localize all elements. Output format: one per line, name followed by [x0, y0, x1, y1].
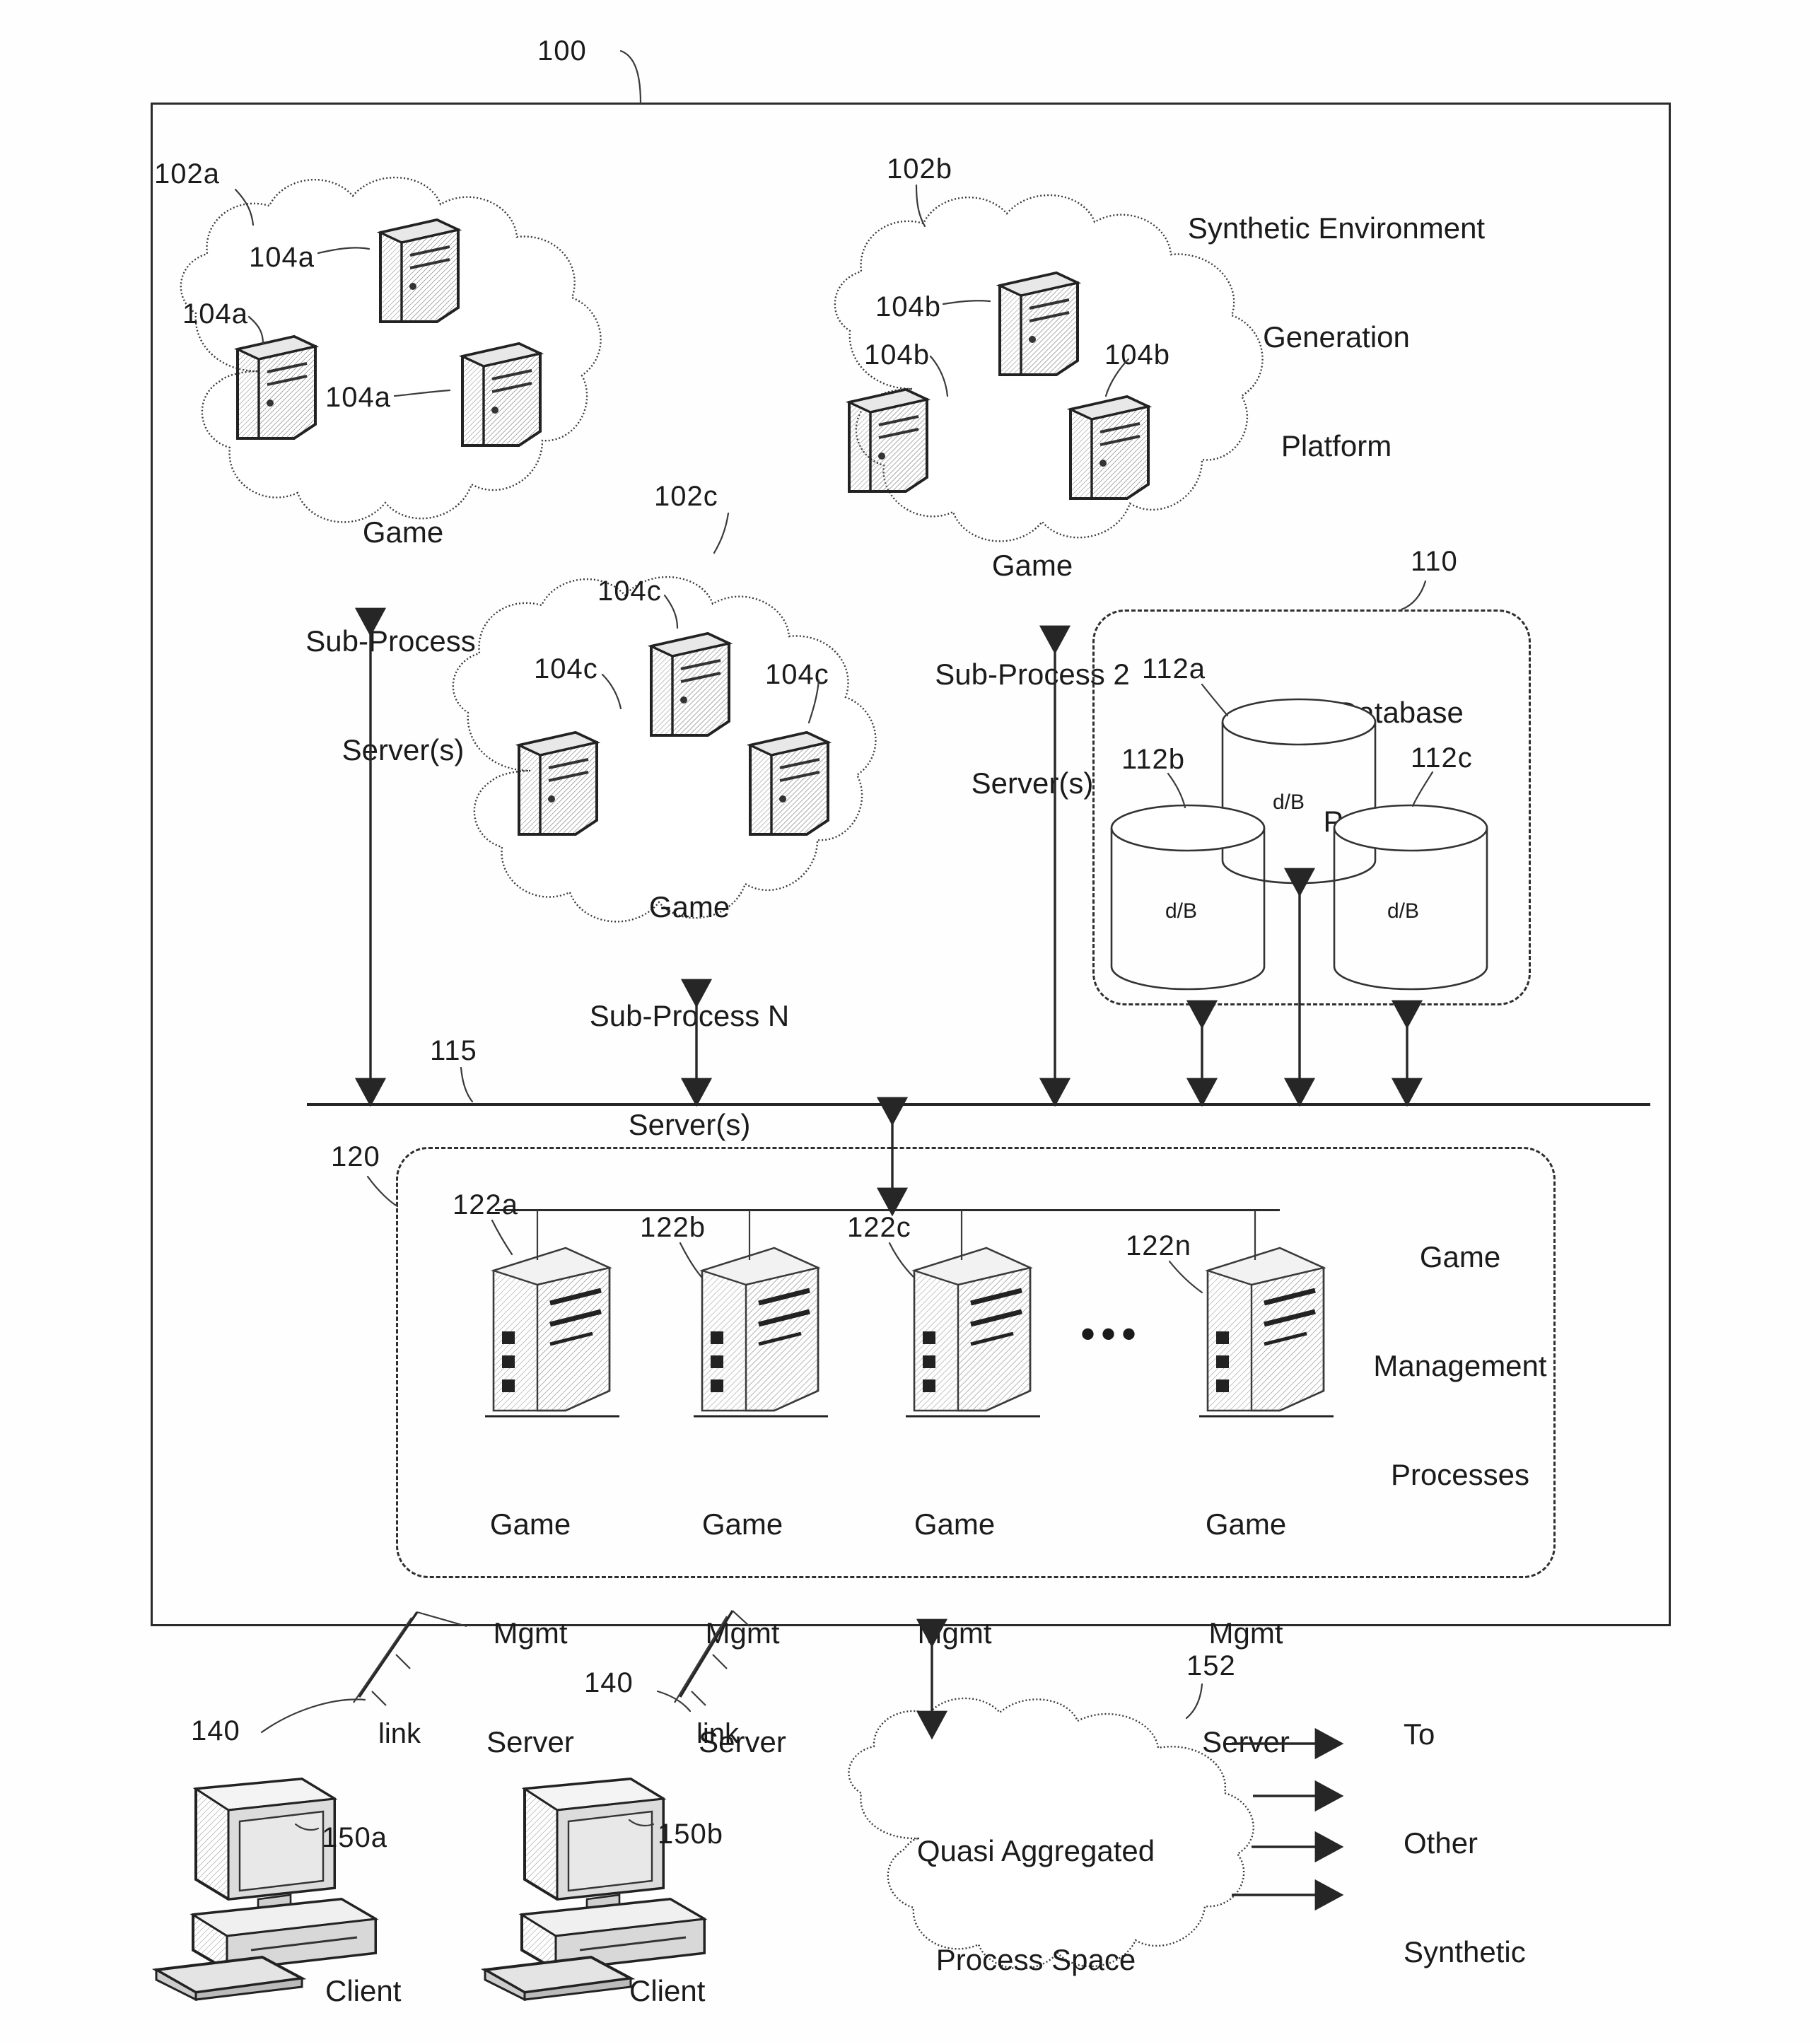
external-target-line-2: Other: [1404, 1826, 1478, 1860]
caption-mgmt-server-122b: Game Mgmt Server: [665, 1434, 820, 1833]
link-label-150b: link: [696, 1718, 740, 1749]
caption-mgmt-server-122a-line-1: Game: [489, 1507, 571, 1541]
mgmt-server-icon-122n: [1195, 1241, 1336, 1425]
ref-104a-3: 104a: [325, 382, 391, 413]
server-tower-icon-104b-1: [988, 269, 1084, 385]
ref-140-left: 140: [191, 1715, 240, 1746]
caption-mgmt-server-122a: Game Mgmt Server: [453, 1434, 608, 1833]
server-tower-icon-104a-1: [369, 216, 465, 332]
caption-quasi-line-1: Quasi Aggregated: [916, 1834, 1155, 1868]
server-tower-icon-104a-2: [226, 332, 322, 449]
caption-mgmt-server-122a-line-3: Server: [486, 1725, 574, 1758]
caption-mgmt-server-122n-line-2: Mgmt: [1208, 1616, 1283, 1650]
ref-104b-3: 104b: [1104, 339, 1170, 371]
database-cylinder-112c: [1329, 803, 1492, 993]
ref-140-right: 140: [584, 1667, 634, 1698]
caption-subprocess-1-line-1: Game: [362, 515, 444, 549]
caption-mgmt-server-122n-line-1: Game: [1205, 1507, 1287, 1541]
ref-122n: 122n: [1126, 1230, 1191, 1261]
ref-112b: 112b: [1121, 744, 1186, 775]
external-target-text: To Other Synthetic Environment Generatio…: [1404, 1644, 1701, 2042]
mgmt-server-icon-122c: [902, 1241, 1043, 1425]
game-management-title: Game Management Processes: [1347, 1167, 1573, 1565]
client-workstation-150b: [481, 1775, 764, 2001]
caption-subprocess-n-line-1: Game: [648, 890, 730, 924]
ref-102b: 102b: [887, 153, 952, 185]
mgmt-servers-ellipsis: •••: [1080, 1310, 1143, 1358]
db-label-112c: d/B: [1387, 899, 1420, 923]
patent-figure-page: 100 Synthetic Environment Generation Pla…: [0, 0, 1820, 2042]
caption-quasi-aggregated: Quasi Aggregated Process Space: [870, 1761, 1202, 2042]
database-cylinder-112b: [1107, 803, 1269, 993]
ref-102a: 102a: [154, 158, 220, 189]
caption-subprocess-n-line-3: Server(s): [628, 1107, 751, 1141]
server-tower-icon-104a-3: [451, 339, 547, 456]
ref-122b: 122b: [640, 1212, 706, 1243]
ref-112c: 112c: [1411, 742, 1473, 774]
ref-110: 110: [1411, 546, 1458, 577]
game-management-title-line-1: Game: [1419, 1240, 1501, 1274]
ref-122c: 122c: [847, 1212, 911, 1243]
caption-client-150b: Client: [629, 1974, 706, 2007]
caption-mgmt-server-122b-line-3: Server: [699, 1725, 786, 1758]
ref-104a-1: 104a: [249, 242, 315, 273]
ref-150a: 150a: [322, 1822, 387, 1853]
ref-104b-2: 104b: [864, 339, 930, 371]
caption-subprocess-2-line-1: Game: [991, 549, 1073, 583]
caption-mgmt-server-122c-line-2: Mgmt: [917, 1616, 992, 1650]
client-workstation-150a: [152, 1775, 435, 2001]
mgmt-server-icon-122b: [689, 1241, 831, 1425]
ref-104c-1: 104c: [597, 576, 662, 607]
system-bus-115: [307, 1103, 1650, 1106]
ref-115: 115: [430, 1035, 477, 1066]
caption-mgmt-server-122a-line-2: Mgmt: [493, 1616, 568, 1650]
ref-104c-3: 104c: [765, 659, 829, 690]
db-label-112a: d/B: [1273, 790, 1305, 814]
ref-102c: 102c: [654, 481, 718, 512]
caption-mgmt-server-122b-line-2: Mgmt: [705, 1616, 780, 1650]
ref-104c-2: 104c: [534, 653, 598, 684]
game-management-title-line-3: Processes: [1390, 1457, 1530, 1491]
link-label-150a: link: [378, 1718, 421, 1749]
game-management-title-line-2: Management: [1373, 1349, 1547, 1383]
server-tower-icon-104c-1: [640, 629, 735, 746]
caption-quasi-line-2: Process Space: [935, 1943, 1136, 1977]
external-target-line-1: To: [1404, 1717, 1435, 1751]
ref-100: 100: [537, 35, 587, 66]
mgmt-server-icon-122a: [481, 1241, 622, 1425]
ref-104b-1: 104b: [875, 291, 941, 322]
ref-150b: 150b: [658, 1819, 723, 1850]
external-target-line-3: Synthetic: [1404, 1935, 1526, 1968]
caption-mgmt-server-122c-line-1: Game: [914, 1507, 996, 1541]
caption-subprocess-n-line-2: Sub-Process N: [589, 999, 790, 1033]
ref-104a-2: 104a: [182, 298, 248, 329]
ref-152: 152: [1186, 1650, 1236, 1681]
caption-client-150a: Client: [325, 1974, 402, 2007]
db-label-112b: d/B: [1165, 899, 1198, 923]
ref-120: 120: [331, 1141, 380, 1172]
ref-122a: 122a: [453, 1189, 518, 1220]
caption-mgmt-server-122b-line-1: Game: [701, 1507, 783, 1541]
ref-112a: 112a: [1142, 653, 1206, 684]
